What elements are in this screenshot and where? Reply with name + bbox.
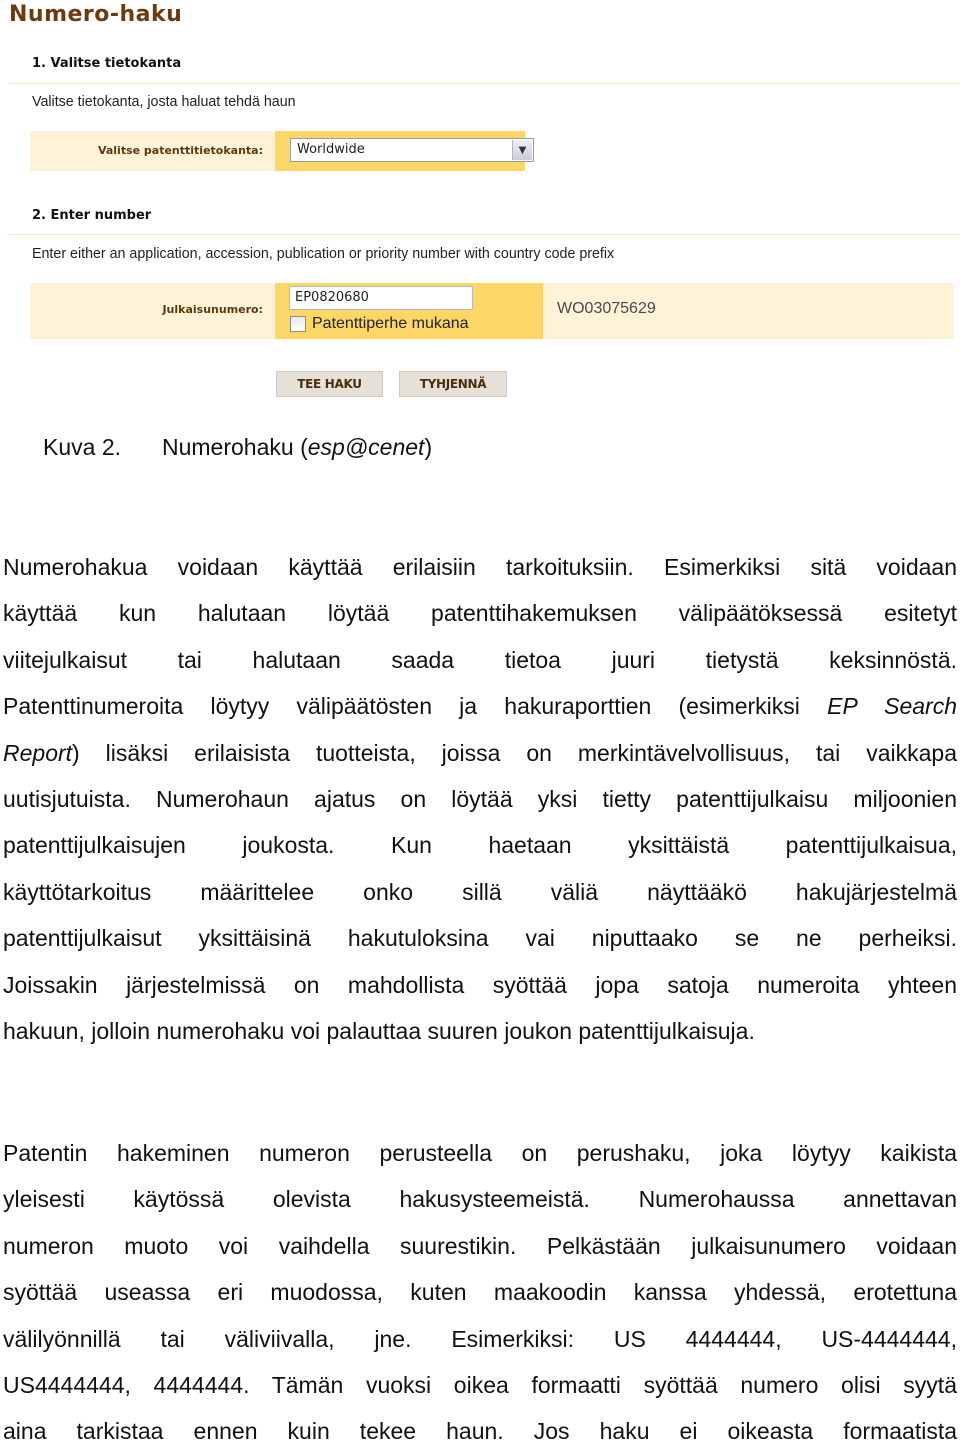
number-row: Julkaisunumero: EP0820680 Patenttiperhe … bbox=[30, 283, 954, 339]
paragraph-2: Patentin hakeminen numeron perusteella o… bbox=[3, 1130, 957, 1455]
paragraph-italic-term: Report bbox=[3, 739, 73, 766]
step2-title: 2. Enter number bbox=[32, 208, 152, 223]
database-field-cell: Worldwide ▼ bbox=[275, 131, 534, 171]
figure-caption: Kuva 2. Numerohaku (esp@cenet) bbox=[43, 432, 432, 462]
number-label: Julkaisunumero: bbox=[162, 303, 263, 316]
database-label: Valitse patenttitietokanta: bbox=[97, 144, 263, 157]
paragraph-line: Patentin hakeminen numeron perusteella o… bbox=[3, 1140, 957, 1166]
paragraph-line: käyttötarkoitus määrittelee onko sillä v… bbox=[3, 878, 957, 905]
paragraph-line: patenttijulkaisujen joukosta. Kun haetaa… bbox=[3, 832, 957, 859]
paragraph-line: numeron muoto voi vaihdella suurestikin.… bbox=[3, 1232, 957, 1259]
step1-title: 1. Valitse tietokanta bbox=[32, 56, 182, 71]
paragraph-line: käyttää kun halutaan löytää patenttihake… bbox=[3, 600, 957, 627]
family-checkbox[interactable] bbox=[290, 316, 306, 332]
step1-divider bbox=[8, 83, 960, 84]
page-title: Numero-haku bbox=[9, 2, 183, 27]
search-button[interactable]: TEE HAKU bbox=[276, 371, 383, 397]
paragraph-line: välilyönnillä tai väliviivalla, jne. Esi… bbox=[3, 1325, 957, 1352]
paragraph-line: yleisesti käytössä olevista hakusysteeme… bbox=[3, 1186, 957, 1213]
caption-number: Kuva 2. bbox=[43, 434, 121, 460]
database-row: Valitse patenttitietokanta: Worldwide ▼ bbox=[30, 131, 534, 171]
paragraph-line: hakuun, jolloin numerohaku voi palauttaa… bbox=[3, 1017, 755, 1044]
paragraph-line: Joissakin järjestelmissä on mahdollista … bbox=[3, 971, 957, 998]
database-select-value: Worldwide bbox=[297, 142, 365, 157]
esp-cenet-screenshot: Numero-haku 1. Valitse tietokanta Valits… bbox=[0, 0, 960, 410]
number-field-cell: EP0820680 Patenttiperhe mukana bbox=[275, 283, 543, 339]
database-label-cell: Valitse patenttitietokanta: bbox=[30, 131, 275, 171]
family-checkbox-label[interactable]: Patenttiperhe mukana bbox=[312, 315, 469, 333]
chevron-down-icon[interactable]: ▼ bbox=[512, 140, 532, 160]
clear-button[interactable]: TYHJENNÄ bbox=[399, 371, 507, 397]
paragraph-line: syöttää useassa eri muodossa, kuten maak… bbox=[3, 1279, 957, 1306]
paragraph-line-text: ) lisäksi erilaisista tuotteista, joissa… bbox=[72, 739, 957, 766]
paragraph-line: aina tarkistaa ennen kuin tekee haun. Jo… bbox=[3, 1418, 957, 1445]
family-checkbox-row[interactable]: Patenttiperhe mukana bbox=[290, 315, 469, 333]
paragraph-line: Report) lisäksi erilaisista tuotteista, … bbox=[3, 730, 957, 776]
step1-description: Valitse tietokanta, josta haluat tehdä h… bbox=[32, 93, 296, 110]
paragraph-line: Patenttinumeroita löytyy välipäätösten j… bbox=[3, 683, 957, 729]
paragraph-italic-term: EP Search bbox=[827, 693, 958, 720]
paragraph-line: uutisjutuista. Numerohaun ajatus on löyt… bbox=[3, 785, 957, 812]
paragraph-line: US4444444, 4444444. Tämän vuoksi oikea f… bbox=[3, 1371, 957, 1398]
publication-number-input[interactable]: EP0820680 bbox=[289, 286, 473, 310]
paragraph-line-text: Patenttinumeroita löytyy välipäätösten j… bbox=[3, 693, 828, 720]
caption-close: ) bbox=[424, 434, 433, 460]
number-label-cell: Julkaisunumero: bbox=[30, 283, 275, 339]
step2-divider bbox=[8, 234, 960, 235]
paragraph-1: Numerohakua voidaan käyttää erilaisiin t… bbox=[3, 544, 957, 1054]
database-select[interactable]: Worldwide ▼ bbox=[290, 138, 534, 162]
paragraph-line: viitejulkaisut tai halutaan saada tietoa… bbox=[3, 646, 957, 673]
step2-description: Enter either an application, accession, … bbox=[32, 245, 615, 262]
caption-text: Numerohaku ( bbox=[162, 434, 308, 460]
example-number: WO03075629 bbox=[557, 300, 656, 317]
paragraph-line: patenttijulkaisut yksittäisinä hakutulok… bbox=[3, 925, 957, 952]
caption-italic: esp@cenet bbox=[307, 434, 425, 460]
paragraph-line: Numerohakua voidaan käyttää erilaisiin t… bbox=[3, 554, 957, 580]
